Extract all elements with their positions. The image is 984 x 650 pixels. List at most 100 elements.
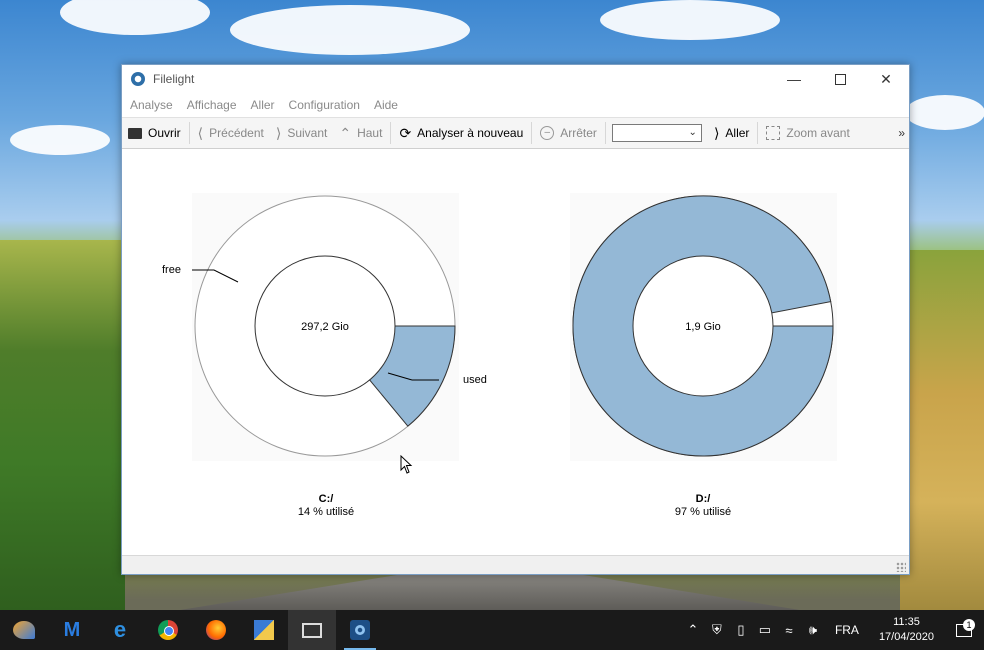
cloud [60, 0, 210, 35]
usb-icon[interactable]: ▯ [729, 622, 753, 638]
chevron-right-icon: ⟩ [275, 124, 282, 141]
zoom-in-button[interactable]: Zoom avant [760, 118, 855, 148]
stop-label: Arrêter [560, 126, 597, 140]
minimize-button[interactable]: — [771, 65, 817, 93]
cloud [600, 0, 780, 40]
drive-d-size-label: 1,9 Gio [685, 321, 720, 333]
menu-configuration[interactable]: Configuration [289, 98, 360, 112]
chevron-left-icon: ⟨ [197, 124, 204, 141]
close-button[interactable]: ✕ [863, 65, 909, 93]
filelight-app-icon [131, 72, 145, 86]
go-button[interactable]: ⟩ Aller [708, 118, 755, 148]
system-tray: ⌃ ⛨ ▯ ▭ ≈ 🕪 FRA 11:35 17/04/2020 1 [681, 610, 984, 650]
window-title: Filelight [153, 72, 195, 86]
open-label: Ouvrir [148, 126, 181, 140]
drive-c-panel: 297,2 Gio [192, 193, 459, 461]
open-button[interactable]: Ouvrir [122, 118, 187, 148]
back-label: Précédent [209, 126, 264, 140]
drive-c-size-label: 297,2 Gio [301, 321, 349, 333]
chevron-up-icon[interactable]: ⌃ [681, 622, 705, 638]
taskbar-app-kde[interactable] [0, 610, 48, 650]
wifi-icon[interactable]: ≈ [777, 623, 801, 638]
language-indicator[interactable]: FRA [835, 623, 859, 637]
taskbar: M e ⌃ ⛨ ▯ ▭ ≈ 🕪 FRA 11:35 17/04/2020 1 [0, 610, 984, 650]
clock[interactable]: 11:35 17/04/2020 [879, 615, 934, 645]
drive-c-used-label: used [463, 374, 487, 386]
back-button[interactable]: ⟨ Précédent [192, 118, 270, 148]
mouse-cursor-icon [400, 455, 413, 474]
cloud [10, 125, 110, 155]
drive-c-name: C:/ [318, 493, 334, 505]
taskbar-app-display[interactable] [288, 610, 336, 650]
cloud [230, 5, 470, 55]
edge-icon: e [113, 617, 127, 642]
taskbar-app-malwarebytes[interactable]: M [48, 610, 96, 650]
menu-analyse[interactable]: Analyse [130, 98, 173, 112]
chrome-icon [158, 620, 178, 640]
clock-date: 17/04/2020 [878, 631, 934, 643]
menu-aide[interactable]: Aide [374, 98, 398, 112]
forward-label: Suivant [287, 126, 328, 140]
tiles-app-icon [254, 620, 274, 640]
maximize-button[interactable] [817, 65, 863, 93]
rescan-button[interactable]: ⟳ Analyser à nouveau [393, 118, 529, 148]
menu-bar: Analyse Affichage Aller Configuration Ai… [122, 93, 909, 117]
toolbar-separator [757, 122, 759, 144]
kde-app-icon [13, 621, 35, 639]
clock-time: 11:35 [893, 616, 920, 628]
resize-grip-icon[interactable] [896, 562, 906, 572]
zoom-in-icon [766, 126, 781, 140]
drive-d-panel: 1,9 Gio [570, 193, 837, 461]
toolbar-separator [531, 122, 533, 144]
taskbar-app-edge[interactable]: e [96, 610, 144, 650]
go-arrow-icon: ⟩ [713, 124, 720, 141]
up-button[interactable]: ⌃ Haut [333, 118, 388, 148]
drive-c-chart[interactable]: 297,2 Gio [192, 193, 459, 461]
location-combobox[interactable]: ⌄ [611, 124, 702, 142]
drive-c-usage: 14 % utilisé [297, 506, 355, 518]
menu-affichage[interactable]: Affichage [187, 98, 237, 112]
forward-button[interactable]: ⟩ Suivant [270, 118, 334, 148]
toolbar-separator [390, 122, 392, 144]
security-shield-icon[interactable]: ⛨ [705, 622, 729, 638]
drive-d-chart[interactable]: 1,9 Gio [570, 193, 837, 461]
toolbar-overflow-button[interactable]: » [898, 126, 905, 140]
stop-icon: – [540, 126, 555, 140]
menu-aller[interactable]: Aller [251, 98, 275, 112]
taskbar-app-chrome[interactable] [144, 610, 192, 650]
drive-d-usage: 97 % utilisé [674, 506, 732, 518]
radial-map-area: 297,2 Gio free used C:/ 14 % utilisé 1,9… [122, 148, 909, 555]
up-label: Haut [357, 126, 383, 140]
minimize-icon: — [787, 71, 801, 87]
cloud [905, 95, 984, 130]
drive-c-free-label: free [162, 264, 181, 276]
rescan-label: Analyser à nouveau [417, 126, 524, 140]
field-left [0, 240, 125, 610]
volume-icon[interactable]: 🕪 [801, 622, 825, 638]
go-label: Aller [725, 126, 750, 140]
chevron-down-icon: ⌄ [688, 127, 697, 138]
taskbar-app-filelight[interactable] [336, 610, 384, 650]
chevron-up-icon: ⌃ [339, 124, 352, 141]
status-bar [122, 555, 909, 574]
toolbar: Ouvrir ⟨ Précédent ⟩ Suivant ⌃ Haut ⟳ An… [122, 117, 909, 149]
action-center-button[interactable]: 1 [944, 618, 984, 637]
refresh-icon: ⟳ [399, 124, 412, 141]
taskbar-app-firefox[interactable] [192, 610, 240, 650]
field-right [900, 250, 984, 610]
close-icon: ✕ [880, 70, 892, 87]
road [180, 570, 800, 610]
stop-button[interactable]: – Arrêter [534, 118, 603, 148]
notification-count: 1 [963, 618, 975, 631]
battery-icon[interactable]: ▭ [753, 622, 777, 638]
taskbar-app-tiles[interactable] [240, 610, 288, 650]
title-bar[interactable]: Filelight — ✕ [122, 65, 909, 93]
toolbar-separator [604, 122, 606, 144]
drive-d-name: D:/ [695, 493, 711, 505]
display-app-icon [302, 622, 322, 638]
toolbar-separator [188, 122, 190, 144]
zoom-in-label: Zoom avant [786, 126, 850, 140]
maximize-icon [834, 73, 846, 85]
firefox-icon [206, 620, 226, 640]
malwarebytes-icon: M [63, 618, 81, 641]
